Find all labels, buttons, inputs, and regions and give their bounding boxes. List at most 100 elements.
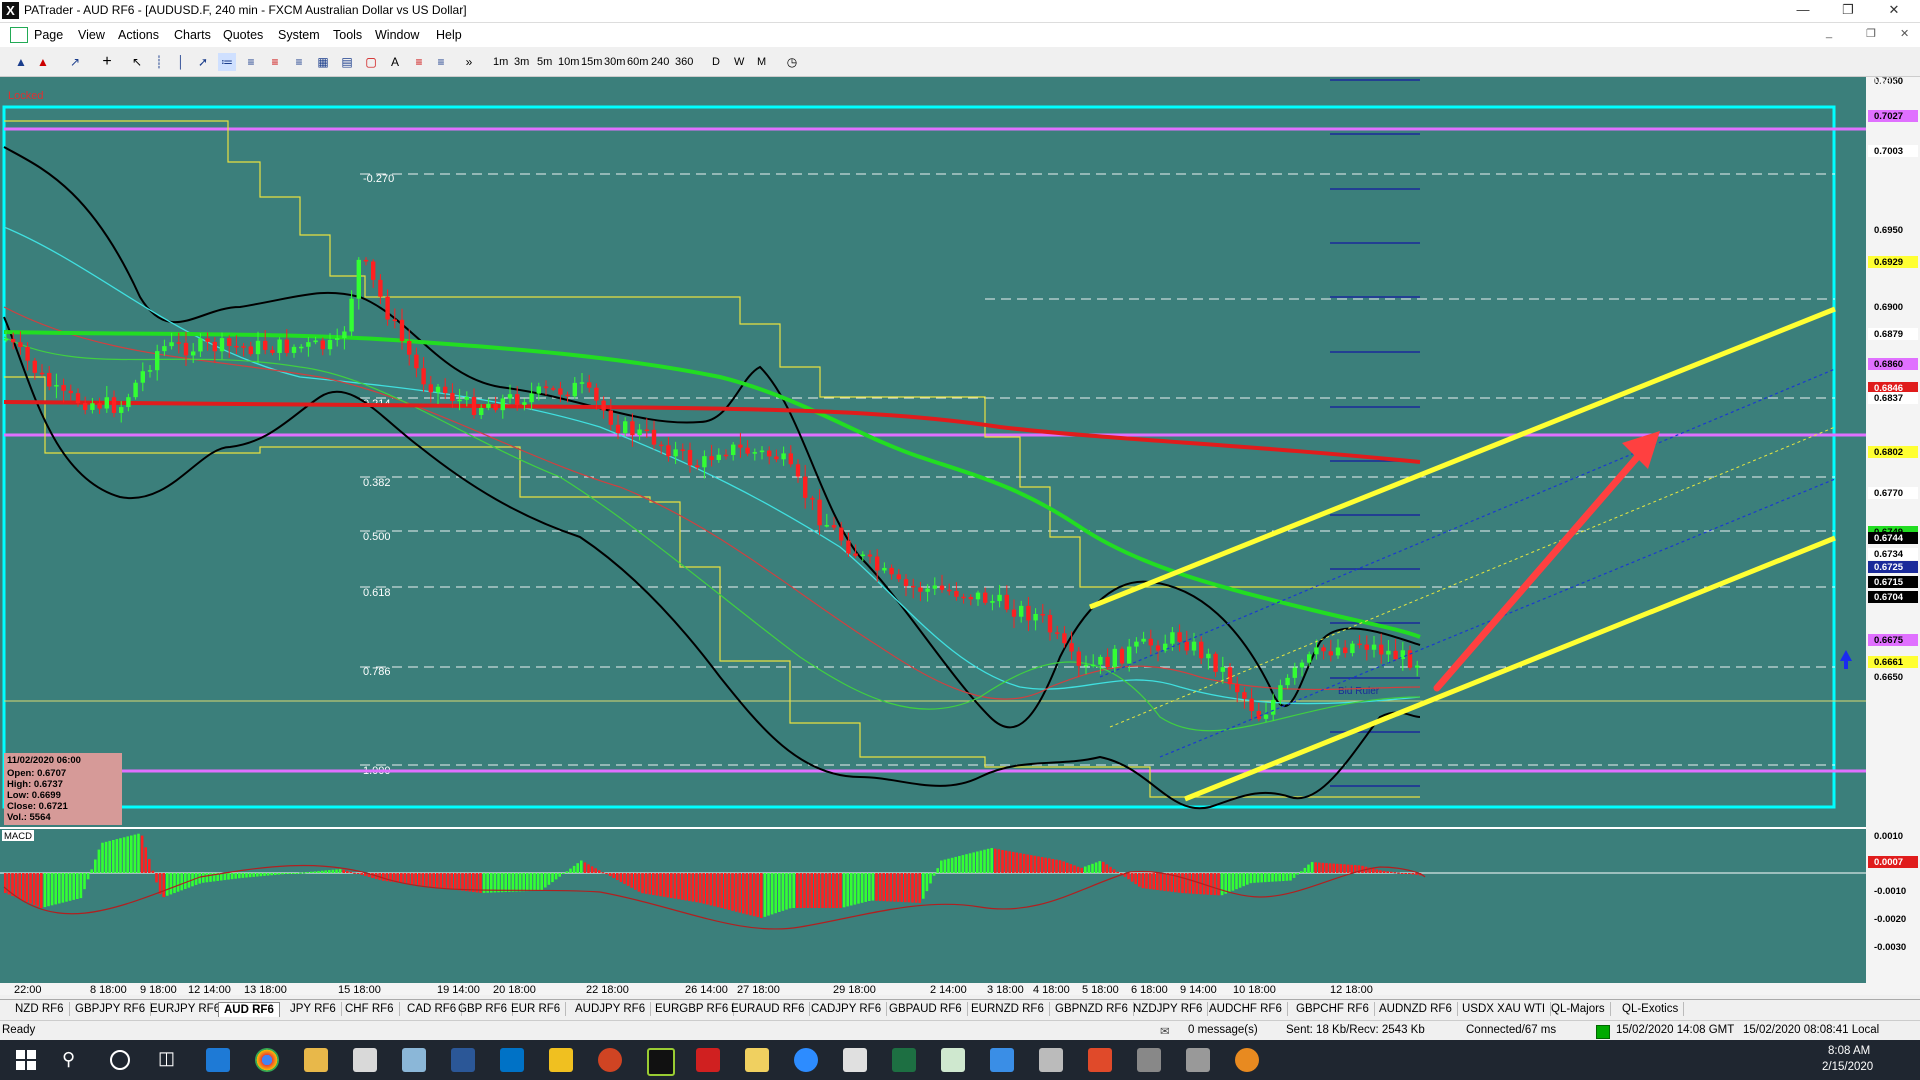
- status-messages[interactable]: 0 message(s): [1188, 1024, 1258, 1036]
- tf-360[interactable]: 360: [675, 53, 693, 71]
- tab-nzd-rf6[interactable]: NZD RF6: [10, 1002, 70, 1016]
- excel-icon[interactable]: [892, 1048, 916, 1072]
- bird-app-icon[interactable]: [696, 1048, 720, 1072]
- mail-icon[interactable]: ✉: [1160, 1024, 1170, 1038]
- outlook-icon[interactable]: [500, 1048, 524, 1072]
- chrome-icon[interactable]: [255, 1048, 279, 1072]
- tab-jpy-rf6[interactable]: JPY RF6: [285, 1002, 342, 1016]
- tab-euraud-rf6[interactable]: EURAUD RF6: [726, 1002, 811, 1016]
- pointer-icon[interactable]: ↖: [128, 53, 146, 71]
- fib-fan-icon[interactable]: ≡: [242, 53, 260, 71]
- edge-icon[interactable]: [206, 1048, 230, 1072]
- menu-view[interactable]: View: [78, 28, 105, 42]
- line-chart-icon[interactable]: ↗: [66, 53, 84, 71]
- text-tool-icon[interactable]: A: [386, 53, 404, 71]
- mdi-restore-icon[interactable]: ❐: [1866, 27, 1876, 40]
- menu-window[interactable]: Window: [375, 28, 419, 42]
- s-app-icon[interactable]: [1088, 1048, 1112, 1072]
- tab-aud-rf6[interactable]: AUD RF6: [218, 1002, 280, 1017]
- fib-extension-icon[interactable]: ≡: [290, 53, 308, 71]
- channel-tool-icon[interactable]: ≔: [218, 53, 236, 71]
- tab-usdx-xau-wti[interactable]: USDX XAU WTI: [1457, 1002, 1552, 1016]
- tab-gbpchf-rf6[interactable]: GBPCHF RF6: [1291, 1002, 1375, 1016]
- period-weekly[interactable]: W: [734, 53, 744, 71]
- n-app-icon[interactable]: [647, 1048, 675, 1076]
- tf-5m[interactable]: 5m: [537, 53, 552, 71]
- period-daily[interactable]: D: [712, 53, 720, 71]
- vline-tool-icon[interactable]: │: [172, 53, 190, 71]
- tab-eurjpy-rf6[interactable]: EURJPY RF6: [145, 1002, 227, 1016]
- page-icon[interactable]: [10, 27, 28, 43]
- tf-60m[interactable]: 60m: [627, 53, 648, 71]
- tab-ql-exotics[interactable]: QL-Exotics: [1617, 1002, 1685, 1016]
- tab-audjpy-rf6[interactable]: AUDJPY RF6: [570, 1002, 652, 1016]
- bar-chart-icon[interactable]: ▲: [12, 53, 30, 71]
- menu-page[interactable]: Page: [34, 28, 63, 42]
- toolbar-more-icon[interactable]: »: [460, 53, 478, 71]
- chart-app-icon[interactable]: [941, 1048, 965, 1072]
- patrader-icon[interactable]: [353, 1048, 377, 1072]
- fib-retracement-icon[interactable]: ≡: [266, 53, 284, 71]
- trendline-tool-icon[interactable]: ➚: [194, 53, 212, 71]
- price-chart[interactable]: -0.270 0.214 0.382 0.500 0.618 0.786 1.0…: [0, 76, 1920, 996]
- cortana-icon[interactable]: [110, 1050, 130, 1070]
- powerpoint-icon[interactable]: [598, 1048, 622, 1072]
- paint-icon[interactable]: [745, 1048, 769, 1072]
- zoom-icon[interactable]: [794, 1048, 818, 1072]
- search-icon[interactable]: ⚲: [62, 1049, 75, 1070]
- tab-gbpnzd-rf6[interactable]: GBPNZD RF6: [1050, 1002, 1134, 1016]
- cycle-tool-icon[interactable]: ▤: [338, 53, 356, 71]
- snip-tool-icon[interactable]: [1039, 1048, 1063, 1072]
- hline-tool-icon[interactable]: ┊: [150, 53, 168, 71]
- period-monthly[interactable]: M: [757, 53, 766, 71]
- menu-actions[interactable]: Actions: [118, 28, 159, 42]
- app-gray-2-icon[interactable]: [1186, 1048, 1210, 1072]
- menu-tools[interactable]: Tools: [333, 28, 362, 42]
- tf-1m[interactable]: 1m: [493, 53, 508, 71]
- mdi-close-icon[interactable]: ✕: [1900, 27, 1909, 40]
- tab-gbpjpy-rf6[interactable]: GBPJPY RF6: [70, 1002, 152, 1016]
- delete-tool-icon[interactable]: ≡: [410, 53, 428, 71]
- tf-30m[interactable]: 30m: [604, 53, 625, 71]
- restore-icon[interactable]: ❐: [1826, 0, 1870, 22]
- candle-chart-icon[interactable]: ▲: [34, 53, 52, 71]
- tab-eurgbp-rf6[interactable]: EURGBP RF6: [650, 1002, 735, 1016]
- file-explorer-icon[interactable]: [304, 1048, 328, 1072]
- folder-icon[interactable]: [549, 1048, 573, 1072]
- close-icon[interactable]: ✕: [1872, 0, 1916, 22]
- calculator-icon[interactable]: [843, 1048, 867, 1072]
- tab-ql-majors[interactable]: QL-Majors: [1546, 1002, 1611, 1016]
- tab-cadjpy-rf6[interactable]: CADJPY RF6: [806, 1002, 888, 1016]
- menu-quotes[interactable]: Quotes: [223, 28, 263, 42]
- tf-240[interactable]: 240: [651, 53, 669, 71]
- macd-bar: [835, 873, 839, 908]
- task-view-icon[interactable]: ◫: [158, 1048, 175, 1069]
- mail-app-icon[interactable]: [990, 1048, 1014, 1072]
- notepad-icon[interactable]: [402, 1048, 426, 1072]
- tab-eur-rf6[interactable]: EUR RF6: [506, 1002, 567, 1016]
- rect-tool-icon[interactable]: ▢: [362, 53, 380, 71]
- minimize-icon[interactable]: —: [1781, 0, 1825, 22]
- app-gray-1-icon[interactable]: [1137, 1048, 1161, 1072]
- tab-gbp-rf6[interactable]: GBP RF6: [453, 1002, 513, 1016]
- menu-charts[interactable]: Charts: [174, 28, 211, 42]
- tf-10m[interactable]: 10m: [558, 53, 579, 71]
- tab-audnzd-rf6[interactable]: AUDNZD RF6: [1374, 1002, 1458, 1016]
- menu-system[interactable]: System: [278, 28, 320, 42]
- gann-fan-icon[interactable]: ▦: [314, 53, 332, 71]
- tab-audchf-rf6[interactable]: AUDCHF RF6: [1204, 1002, 1288, 1016]
- crosshair-icon[interactable]: +: [98, 53, 116, 71]
- app-orange-icon[interactable]: [1235, 1048, 1259, 1072]
- tf-15m[interactable]: 15m: [581, 53, 602, 71]
- tf-3m[interactable]: 3m: [514, 53, 529, 71]
- menu-help[interactable]: Help: [436, 28, 462, 42]
- tab-eurnzd-rf6[interactable]: EURNZD RF6: [966, 1002, 1050, 1016]
- word-icon[interactable]: [451, 1048, 475, 1072]
- mdi-minimize-icon[interactable]: _: [1826, 27, 1832, 39]
- tab-chf-rf6[interactable]: CHF RF6: [340, 1002, 400, 1016]
- tab-gbpaud-rf6[interactable]: GBPAUD RF6: [884, 1002, 968, 1016]
- clock-icon[interactable]: ◷: [783, 53, 801, 71]
- windows-start-icon[interactable]: [16, 1050, 36, 1070]
- erase-tool-icon[interactable]: ≡: [432, 53, 450, 71]
- tab-nzdjpy-rf6[interactable]: NZDJPY RF6: [1128, 1002, 1209, 1016]
